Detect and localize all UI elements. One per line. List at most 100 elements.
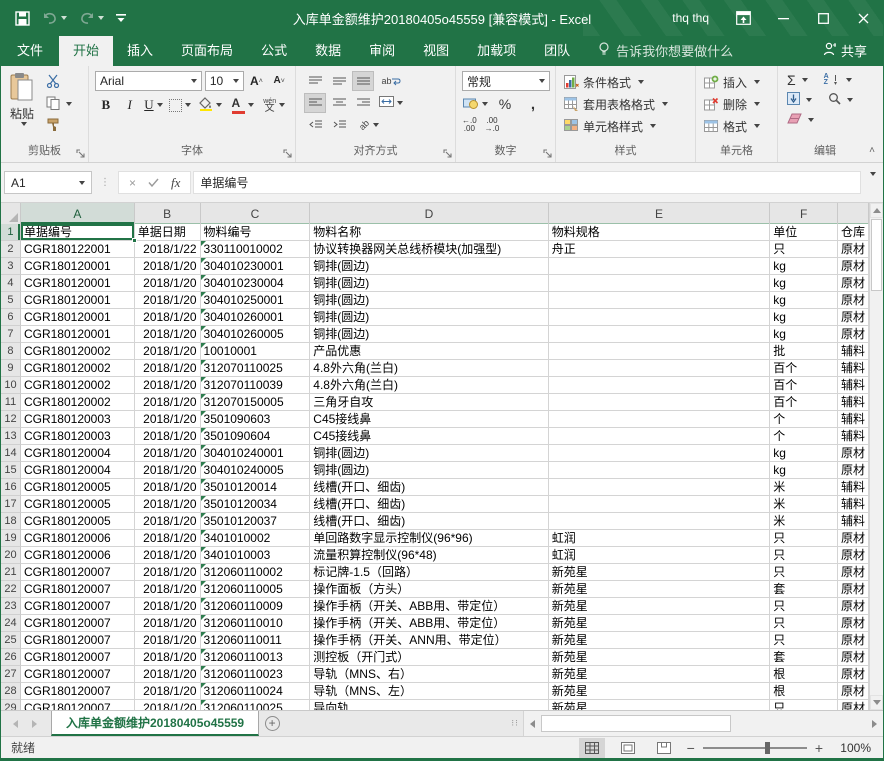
cell-F8[interactable]: 批 <box>770 343 838 360</box>
cell-F24[interactable]: 只 <box>770 615 838 632</box>
column-header-B[interactable]: B <box>135 203 201 224</box>
scroll-down-button[interactable] <box>870 695 883 710</box>
cell-D28[interactable]: 导轨（MNS、左） <box>310 683 548 700</box>
cell-F29[interactable]: 只 <box>770 700 838 710</box>
underline-button[interactable]: U <box>143 95 165 115</box>
cell-F26[interactable]: 套 <box>770 649 838 666</box>
cell-A25[interactable]: CGR180120007 <box>21 632 135 649</box>
zoom-slider[interactable] <box>703 747 807 749</box>
cell-D16[interactable]: 线槽(开口、细齿) <box>310 479 548 496</box>
cell-F28[interactable]: 根 <box>770 683 838 700</box>
cell-F20[interactable]: 只 <box>770 547 838 564</box>
cell-F10[interactable]: 百个 <box>770 377 838 394</box>
cell-B5[interactable]: 2018/1/20 <box>135 292 201 309</box>
cell-C22[interactable]: 312060110005 <box>201 581 311 598</box>
cell-F23[interactable]: 只 <box>770 598 838 615</box>
undo-button[interactable] <box>38 9 71 28</box>
cell-E6[interactable] <box>549 309 770 326</box>
row-header-19[interactable]: 19 <box>1 530 21 547</box>
merge-dropdown-icon[interactable] <box>397 101 403 105</box>
vertical-scroll-thumb[interactable] <box>871 219 882 291</box>
row-header-24[interactable]: 24 <box>1 615 21 632</box>
cell-G11[interactable]: 辅料 <box>838 394 869 411</box>
cell-B15[interactable]: 2018/1/20 <box>135 462 201 479</box>
cell-D29[interactable]: 导向轨 <box>310 700 548 710</box>
number-format-select[interactable]: 常规 <box>462 71 550 91</box>
paste-button[interactable]: 粘贴 <box>3 69 41 140</box>
font-family-select[interactable]: Arial <box>95 71 202 91</box>
cell-B10[interactable]: 2018/1/20 <box>135 377 201 394</box>
tab-开始[interactable]: 开始 <box>59 34 113 66</box>
row-header-11[interactable]: 11 <box>1 394 21 411</box>
tab-scroll-splitter[interactable]: ⁝⁝ <box>507 711 523 736</box>
cell-A4[interactable]: CGR180120001 <box>21 275 135 292</box>
cell-G27[interactable]: 原材 <box>838 666 869 683</box>
paste-dropdown-icon[interactable] <box>21 122 27 126</box>
number-dialog-launcher[interactable] <box>543 148 553 158</box>
row-header-17[interactable]: 17 <box>1 496 21 513</box>
fill-button[interactable] <box>784 91 815 109</box>
row-header-23[interactable]: 23 <box>1 598 21 615</box>
signed-in-user[interactable]: thq thq <box>658 11 723 25</box>
cell-C5[interactable]: 304010250001 <box>201 292 311 309</box>
cell-E16[interactable] <box>549 479 770 496</box>
tell-me-box[interactable]: 告诉我你想要做什么 <box>598 41 733 66</box>
cell-D8[interactable]: 产品优惠 <box>310 343 548 360</box>
cell-C15[interactable]: 304010240005 <box>201 462 311 479</box>
font-color-dropdown-icon[interactable] <box>248 103 254 107</box>
font-dialog-launcher[interactable] <box>283 148 293 158</box>
cell-C28[interactable]: 312060110024 <box>201 683 311 700</box>
cell-C19[interactable]: 3401010002 <box>201 530 311 547</box>
row-header-21[interactable]: 21 <box>1 564 21 581</box>
insert-function-button[interactable]: fx <box>171 175 180 191</box>
cell-D22[interactable]: 操作面板（方头） <box>310 581 548 598</box>
cell-G25[interactable]: 原材 <box>838 632 869 649</box>
zoom-level[interactable]: 100% <box>833 741 871 755</box>
cell-G13[interactable]: 辅料 <box>838 428 869 445</box>
cell-B12[interactable]: 2018/1/20 <box>135 411 201 428</box>
scroll-up-button[interactable] <box>870 203 883 218</box>
column-header-E[interactable]: E <box>549 203 770 224</box>
copy-button[interactable] <box>43 95 75 113</box>
cell-A28[interactable]: CGR180120007 <box>21 683 135 700</box>
cell-C11[interactable]: 312070150005 <box>201 394 311 411</box>
fill-color-dropdown-icon[interactable] <box>216 103 222 107</box>
row-header-10[interactable]: 10 <box>1 377 21 394</box>
cell-G17[interactable]: 辅料 <box>838 496 869 513</box>
decrease-decimal-button[interactable]: .00→.0 <box>485 117 500 133</box>
row-header-5[interactable]: 5 <box>1 292 21 309</box>
cell-A18[interactable]: CGR180120005 <box>21 513 135 530</box>
cell-B23[interactable]: 2018/1/20 <box>135 598 201 615</box>
cell-D13[interactable]: C45接线鼻 <box>310 428 548 445</box>
horizontal-scrollbar[interactable] <box>523 711 883 736</box>
decrease-indent-button[interactable] <box>304 115 326 135</box>
cell-E9[interactable] <box>549 360 770 377</box>
row-header-20[interactable]: 20 <box>1 547 21 564</box>
font-size-select[interactable]: 10 <box>205 71 244 91</box>
cell-B6[interactable]: 2018/1/20 <box>135 309 201 326</box>
cell-C29[interactable]: 312060110025 <box>201 700 311 710</box>
column-header-G[interactable] <box>838 203 869 224</box>
cell-C3[interactable]: 304010230001 <box>201 258 311 275</box>
cell-B25[interactable]: 2018/1/20 <box>135 632 201 649</box>
cell-F11[interactable]: 百个 <box>770 394 838 411</box>
cell-C9[interactable]: 312070110025 <box>201 360 311 377</box>
cell-D15[interactable]: 铜排(圆边) <box>310 462 548 479</box>
cell-F4[interactable]: kg <box>770 275 838 292</box>
cell-A13[interactable]: CGR180120003 <box>21 428 135 445</box>
cell-B19[interactable]: 2018/1/20 <box>135 530 201 547</box>
cell-D19[interactable]: 单回路数字显示控制仪(96*96) <box>310 530 548 547</box>
cell-C4[interactable]: 304010230004 <box>201 275 311 292</box>
row-header-15[interactable]: 15 <box>1 462 21 479</box>
cell-A24[interactable]: CGR180120007 <box>21 615 135 632</box>
cell-G21[interactable]: 原材 <box>838 564 869 581</box>
cell-G14[interactable]: 原材 <box>838 445 869 462</box>
cell-F2[interactable]: 只 <box>770 241 838 258</box>
cell-C1[interactable]: 物料编号 <box>201 224 311 241</box>
accounting-dropdown-icon[interactable] <box>482 102 488 106</box>
cell-B28[interactable]: 2018/1/20 <box>135 683 201 700</box>
row-header-13[interactable]: 13 <box>1 428 21 445</box>
redo-dropdown-icon[interactable] <box>98 16 104 20</box>
cell-A19[interactable]: CGR180120006 <box>21 530 135 547</box>
wrap-text-button[interactable]: ab <box>376 71 406 91</box>
